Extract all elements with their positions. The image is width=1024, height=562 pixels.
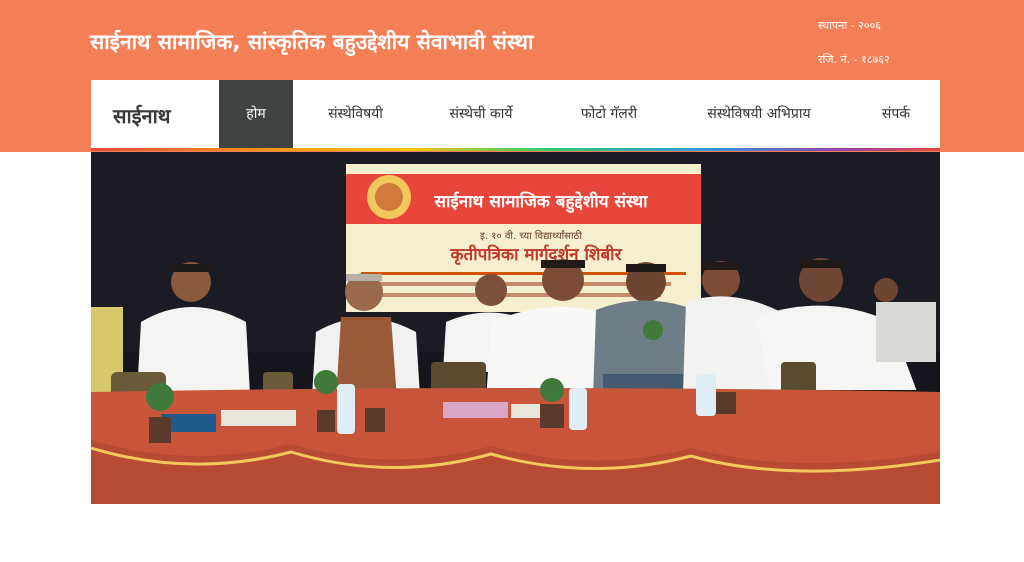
nav-item-contact[interactable]: संपर्क [865,80,927,148]
nav-item-home[interactable]: होम [219,80,293,148]
brand-logo-text[interactable]: साईनाथ [113,102,171,129]
nav-item-feedback[interactable]: संस्थेविषयी अभिप्राय [683,80,835,148]
main-navigation: साईनाथ होम संस्थेविषयी संस्थेची कार्ये फ… [91,80,940,148]
established-year: स्थापना - २००६ [818,19,881,32]
banner-title: साईनाथ सामाजिक बहुद्देशीय संस्था [433,191,648,213]
nav-item-photo-gallery[interactable]: फोटो गॅलरी [563,80,655,148]
banner-line: इ. १० वी. च्या विद्यार्थ्यांसाठी [480,230,582,242]
rainbow-divider [91,148,940,151]
nav-item-activities[interactable]: संस्थेची कार्ये [426,80,536,148]
nav-item-about[interactable]: संस्थेविषयी [303,80,408,148]
hero-slider-image[interactable]: साईनाथ सामाजिक बहुद्देशीय संस्था इ. १० व… [91,152,940,504]
registration-number: रजि. नं. - १८७६२ [818,53,890,66]
banner-subtitle: कृतीपत्रिका मार्गदर्शन शिबीर [449,244,622,265]
organization-title: साईनाथ सामाजिक, सांस्कृतिक बहुउद्देशीय स… [90,30,534,54]
event-photo: साईनाथ सामाजिक बहुद्देशीय संस्था इ. १० व… [91,152,940,504]
